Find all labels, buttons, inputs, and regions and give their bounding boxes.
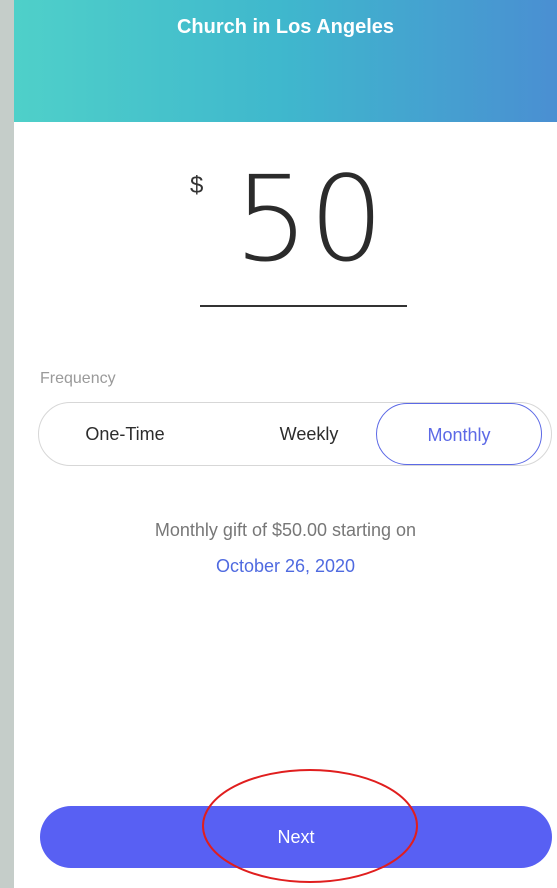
frequency-selector: One-Time Weekly Monthly <box>38 402 552 466</box>
header-bar: Church in Los Angeles <box>14 0 557 122</box>
giving-screen: Church in Los Angeles $ 50 Frequency One… <box>14 0 557 888</box>
currency-symbol: $ <box>190 172 204 199</box>
amount-underline <box>200 305 407 307</box>
frequency-monthly-option[interactable]: Monthly <box>376 403 542 465</box>
gift-summary: Monthly gift of $50.00 starting on <box>154 520 417 540</box>
frequency-label: Frequency <box>40 370 116 387</box>
amount-input[interactable]: 50 <box>204 160 414 278</box>
frequency-weekly-option[interactable]: Weekly <box>239 403 379 465</box>
frequency-one-time-option[interactable]: One-Time <box>55 403 195 465</box>
next-button[interactable]: Next <box>40 806 552 868</box>
page-title: Church in Los Angeles <box>176 16 395 38</box>
start-date-link[interactable]: October 26, 2020 <box>14 556 557 577</box>
